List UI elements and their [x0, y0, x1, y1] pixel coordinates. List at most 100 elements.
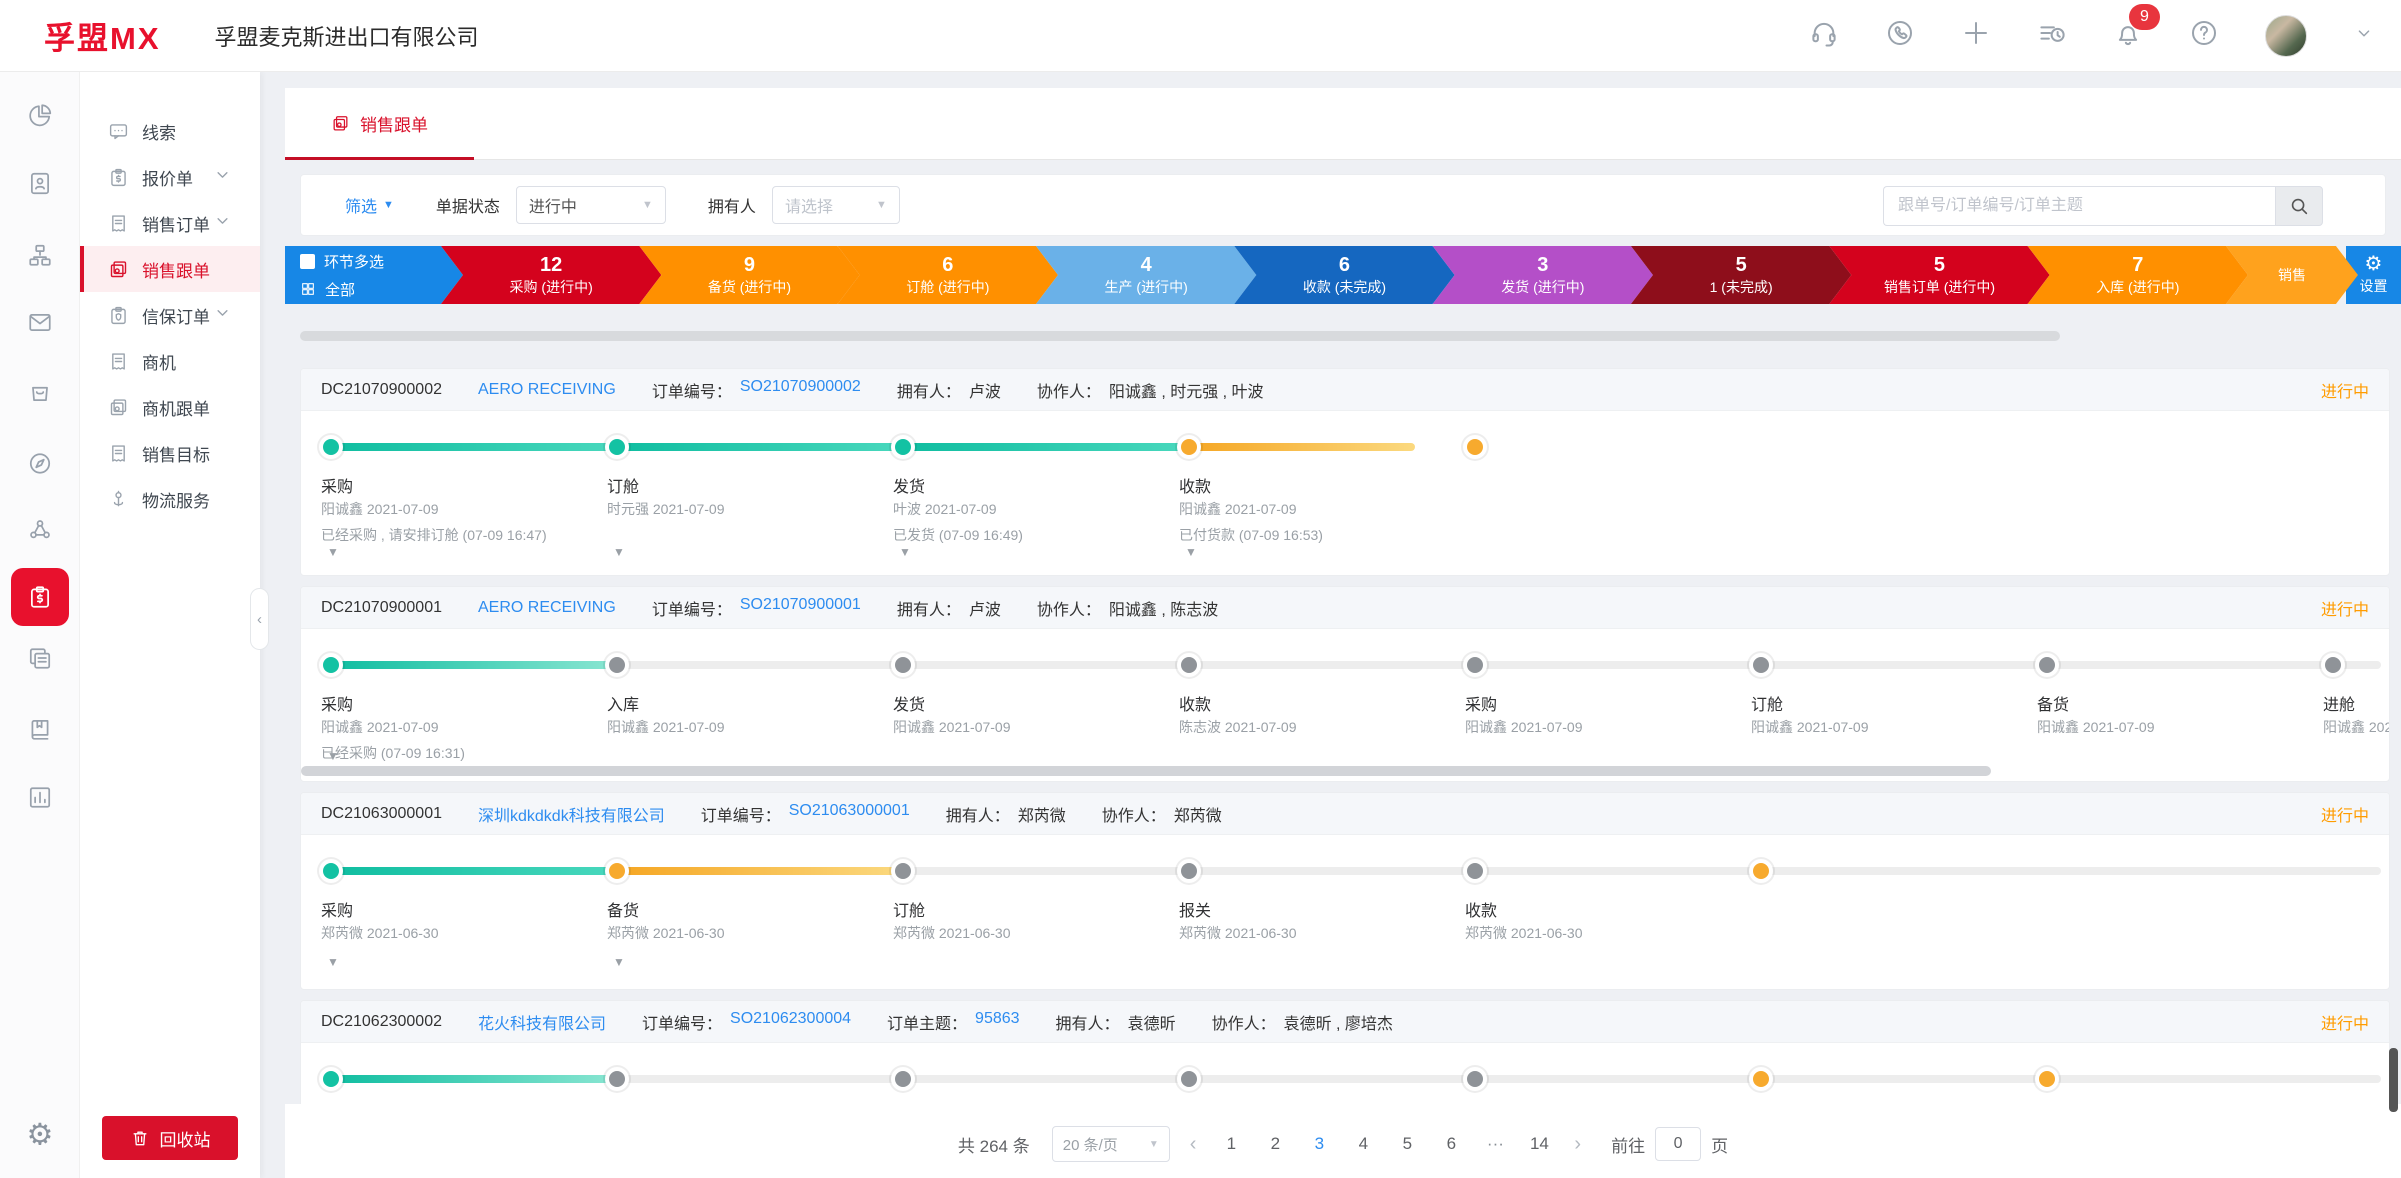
- step-expand-caret[interactable]: ▼: [327, 545, 339, 559]
- customer-link[interactable]: AERO RECEIVING: [478, 381, 616, 399]
- page-number-2[interactable]: 2: [1260, 1127, 1290, 1161]
- subject-link[interactable]: 95863: [975, 1010, 1020, 1034]
- timeline-node[interactable]: [895, 863, 911, 879]
- page-number-1[interactable]: 1: [1216, 1127, 1246, 1161]
- sidebar-item-7[interactable]: 销售目标: [80, 430, 260, 476]
- search-button[interactable]: [2275, 186, 2323, 226]
- timeline-node[interactable]: [609, 1071, 625, 1087]
- stage-chip-7[interactable]: 5 销售订单 (进行中): [1829, 246, 2049, 304]
- sidebar-item-8[interactable]: 物流服务: [80, 476, 260, 522]
- rail-mail-button[interactable]: [27, 310, 53, 341]
- page-number-5[interactable]: 5: [1392, 1127, 1422, 1161]
- timeline-node[interactable]: [323, 657, 339, 673]
- timeline-node[interactable]: [1181, 1071, 1197, 1087]
- search-input[interactable]: [1883, 186, 2275, 226]
- sidebar-item-4[interactable]: 信保订单: [80, 292, 260, 338]
- help-button[interactable]: [2189, 18, 2219, 53]
- sidebar-item-3[interactable]: 销售跟单: [80, 246, 260, 292]
- timeline-node[interactable]: [895, 657, 911, 673]
- step-expand-caret[interactable]: ▼: [1185, 545, 1197, 559]
- rail-book-button[interactable]: [27, 717, 53, 748]
- timeline-node[interactable]: [1181, 439, 1197, 455]
- user-menu-chevron[interactable]: [2353, 22, 2375, 49]
- rail-shopping-bag-button[interactable]: [27, 379, 53, 410]
- step-expand-caret[interactable]: ▼: [613, 545, 625, 559]
- page-number-6[interactable]: 6: [1436, 1127, 1466, 1161]
- support-button[interactable]: [1809, 18, 1839, 53]
- timeline-node[interactable]: [895, 439, 911, 455]
- timeline-node[interactable]: [323, 863, 339, 879]
- rail-settings-gear-icon[interactable]: ⚙: [27, 1118, 54, 1153]
- timeline-node[interactable]: [1467, 657, 1483, 673]
- timeline-node[interactable]: [609, 863, 625, 879]
- timeline-node[interactable]: [1181, 863, 1197, 879]
- call-button[interactable]: [1885, 18, 1915, 53]
- rail-pie-chart-button[interactable]: [27, 103, 53, 134]
- stage-chip-3[interactable]: 4 生产 (进行中): [1036, 246, 1256, 304]
- rail-bar-chart-button[interactable]: [27, 785, 53, 816]
- order-no-link[interactable]: SO21062300004: [730, 1010, 851, 1034]
- customer-link[interactable]: 深圳kdkdkdk科技有限公司: [478, 802, 665, 826]
- sidebar-item-2[interactable]: 销售订单: [80, 200, 260, 246]
- step-expand-caret[interactable]: ▼: [899, 545, 911, 559]
- step-expand-caret[interactable]: ▼: [327, 749, 339, 763]
- rail-contacts-button[interactable]: [27, 171, 53, 202]
- sidebar-item-5[interactable]: 商机: [80, 338, 260, 384]
- timeline-node[interactable]: [609, 657, 625, 673]
- timeline-node[interactable]: [2039, 657, 2055, 673]
- timeline-node[interactable]: [1467, 439, 1483, 455]
- flow-horizontal-scrollbar[interactable]: [300, 331, 2060, 341]
- page-number-3[interactable]: 3: [1304, 1127, 1334, 1161]
- rail-share-network-button[interactable]: [27, 517, 53, 548]
- rail-compass-button[interactable]: [27, 451, 53, 482]
- tab-sales-follow[interactable]: 销售跟单: [285, 88, 474, 159]
- sidebar-collapse-handle[interactable]: ‹: [250, 588, 269, 650]
- timeline-node[interactable]: [895, 1071, 911, 1087]
- sidebar-item-0[interactable]: 线索: [80, 108, 260, 154]
- multi-select-checkbox[interactable]: [300, 254, 315, 269]
- sidebar-item-6[interactable]: 商机跟单: [80, 384, 260, 430]
- card-horizontal-scrollbar[interactable]: [301, 766, 1991, 776]
- page-size-select[interactable]: 20 条/页 ▼: [1052, 1126, 1170, 1162]
- stage-chip-2[interactable]: 6 订舱 (进行中): [838, 246, 1058, 304]
- owner-select[interactable]: 请选择▼: [772, 186, 900, 224]
- timeline-node[interactable]: [1467, 863, 1483, 879]
- filter-toggle[interactable]: 筛选▼: [345, 193, 394, 217]
- timeline-node[interactable]: [1467, 1071, 1483, 1087]
- stage-chip-5[interactable]: 3 发货 (进行中): [1433, 246, 1653, 304]
- timeline-node[interactable]: [1753, 863, 1769, 879]
- rail-sales-docs-button-active[interactable]: [11, 568, 69, 626]
- timeline-node[interactable]: [1181, 657, 1197, 673]
- user-avatar[interactable]: [2265, 15, 2307, 57]
- timeline-node[interactable]: [2039, 1071, 2055, 1087]
- rail-copy-docs-button[interactable]: [27, 646, 53, 677]
- stage-chip-4[interactable]: 6 收款 (未完成): [1234, 246, 1454, 304]
- timeline-node[interactable]: [2325, 657, 2341, 673]
- order-no-link[interactable]: SO21070900002: [740, 378, 861, 402]
- history-button[interactable]: [2037, 18, 2067, 53]
- stage-chip-0[interactable]: 12 采购 (进行中): [441, 246, 661, 304]
- timeline-node[interactable]: [1753, 1071, 1769, 1087]
- page-number-4[interactable]: 4: [1348, 1127, 1378, 1161]
- customer-link[interactable]: AERO RECEIVING: [478, 599, 616, 617]
- stage-chip-1[interactable]: 9 备货 (进行中): [639, 246, 859, 304]
- page-number-14[interactable]: 14: [1524, 1127, 1554, 1161]
- vertical-scrollbar-thumb[interactable]: [2389, 1048, 2398, 1112]
- step-expand-caret[interactable]: ▼: [613, 955, 625, 969]
- step-expand-caret[interactable]: ▼: [327, 955, 339, 969]
- timeline-node[interactable]: [1753, 657, 1769, 673]
- order-no-link[interactable]: SO21063000001: [789, 802, 910, 826]
- doc-status-select[interactable]: 进行中▼: [516, 186, 666, 224]
- next-page-button[interactable]: ›: [1568, 1133, 1587, 1156]
- timeline-node[interactable]: [609, 439, 625, 455]
- rail-org-chart-button[interactable]: [27, 243, 53, 274]
- notifications-button[interactable]: 9: [2113, 18, 2143, 53]
- sidebar-item-1[interactable]: 报价单: [80, 154, 260, 200]
- timeline-node[interactable]: [323, 439, 339, 455]
- stage-chip-8[interactable]: 7 入库 (进行中): [2028, 246, 2248, 304]
- prev-page-button[interactable]: ‹: [1184, 1133, 1203, 1156]
- stage-chip-6[interactable]: 5 1 (未完成): [1631, 246, 1851, 304]
- go-page-input[interactable]: [1655, 1127, 1701, 1161]
- order-no-link[interactable]: SO21070900001: [740, 596, 861, 620]
- stage-multi-select-block[interactable]: 环节多选 全部: [285, 246, 463, 304]
